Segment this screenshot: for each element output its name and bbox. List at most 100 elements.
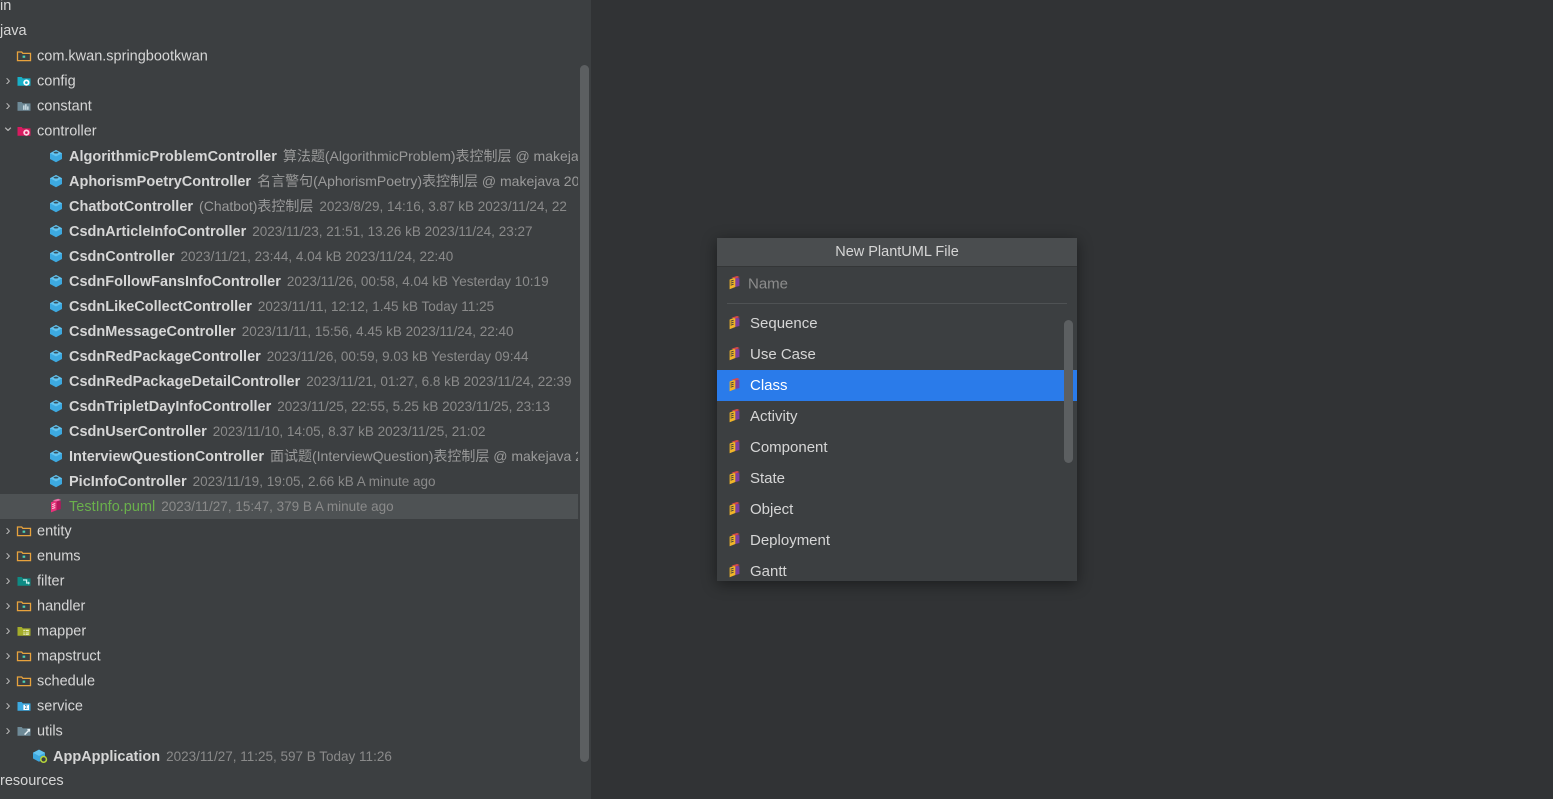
tree-row-file-PicInfoController[interactable]: PicInfoController 2023/11/19, 19:05, 2.66…: [0, 469, 578, 494]
diagram-type-item-state[interactable]: State: [717, 463, 1077, 494]
tree-row-metadata: 2023/11/25, 22:55, 5.25 kB 2023/11/25, 2…: [277, 399, 550, 414]
tree-row-file-InterviewQuestionController[interactable]: InterviewQuestionController 面试题(Interview…: [0, 444, 578, 469]
tree-row-package-controller[interactable]: ⌄ controller: [0, 118, 578, 144]
tree-row-file-CsdnLikeCollectController[interactable]: CsdnLikeCollectController 2023/11/11, 12:…: [0, 294, 578, 319]
tree-row-file-ChatbotController[interactable]: ChatbotController (Chatbot)表控制层 2023/8/29,…: [0, 194, 578, 219]
dialog-list-scrollbar[interactable]: [1063, 314, 1074, 574]
tree-row-file-CsdnRedPackageController[interactable]: CsdnRedPackageController 2023/11/26, 00:5…: [0, 344, 578, 369]
diagram-type-list[interactable]: Sequence Use Case Class Activity Component St…: [717, 308, 1077, 581]
constant-folder-icon: [16, 98, 32, 114]
tree-row-metadata: 2023/11/21, 01:27, 6.8 kB 2023/11/24, 22…: [306, 374, 572, 389]
tree-row-java[interactable]: java: [0, 19, 578, 44]
diagram-type-item-component[interactable]: Component: [717, 432, 1077, 463]
tree-row-label: AppApplication: [53, 749, 161, 765]
diagram-type-item-class[interactable]: Class: [717, 370, 1077, 401]
chevron-right-icon[interactable]: ›: [0, 668, 16, 693]
diagram-type-item-sequence[interactable]: Sequence: [717, 308, 1077, 339]
tree-row-label: CsdnArticleInfoController: [69, 224, 247, 240]
tree-row-file-CsdnRedPackageDetailController[interactable]: CsdnRedPackageDetailController 2023/11/21…: [0, 369, 578, 394]
chevron-right-icon[interactable]: ›: [0, 643, 16, 668]
tree-row-file-app-application[interactable]: AppApplication 2023/11/27, 11:25, 597 B T…: [0, 744, 578, 769]
diagram-type-item-use-case[interactable]: Use Case: [717, 339, 1077, 370]
tree-row-label: filter: [37, 573, 65, 590]
tree-row-package-utils[interactable]: › utils: [0, 719, 578, 744]
chevron-right-icon[interactable]: ›: [0, 543, 16, 568]
tree-row-package-handler[interactable]: › handler: [0, 594, 578, 619]
dialog-list-scrollbar-thumb[interactable]: [1064, 320, 1073, 463]
chevron-right-icon[interactable]: ›: [0, 518, 16, 543]
tree-row-label: handler: [37, 598, 86, 615]
diagram-type-item-object[interactable]: Object: [717, 494, 1077, 525]
chevron-right-icon[interactable]: ›: [0, 68, 16, 93]
chevron-down-icon[interactable]: ⌄: [0, 114, 16, 139]
chevron-right-icon[interactable]: ›: [0, 693, 16, 718]
tree-row-package-filter[interactable]: › filter: [0, 569, 578, 594]
project-tree-panel[interactable]: in java com.kwan.springbootkwan › config › co…: [0, 0, 591, 799]
package-folder-icon: [16, 673, 32, 689]
diagram-type-label: Deployment: [750, 532, 831, 549]
diagram-type-item-gantt[interactable]: Gantt: [717, 556, 1077, 581]
tree-row-file-CsdnController[interactable]: CsdnController 2023/11/21, 23:44, 4.04 kB…: [0, 244, 578, 269]
tree-row-package-constant[interactable]: › constant: [0, 94, 578, 119]
tree-row-file-CsdnMessageController[interactable]: CsdnMessageController 2023/11/11, 15:56, …: [0, 319, 578, 344]
diagram-type-item-deployment[interactable]: Deployment: [717, 525, 1077, 556]
tree-row-file-CsdnTripletDayInfoController[interactable]: CsdnTripletDayInfoController 2023/11/25, …: [0, 394, 578, 419]
tree-row-metadata: 2023/11/27, 15:47, 379 B A minute ago: [161, 499, 394, 514]
tree-row-package-mapstruct[interactable]: › mapstruct: [0, 644, 578, 669]
tree-row-root-package[interactable]: com.kwan.springbootkwan: [0, 44, 578, 69]
chevron-right-icon[interactable]: ›: [0, 593, 16, 618]
dialog-title: New PlantUML File: [717, 238, 1077, 267]
tree-row-label: schedule: [37, 673, 96, 690]
tree-row-label: CsdnRedPackageDetailController: [69, 374, 301, 390]
tree-row-resources[interactable]: resources: [0, 769, 578, 794]
diagram-type-label: Gantt: [750, 563, 787, 580]
java-class-icon: [48, 273, 64, 289]
project-tree-scrollbar-thumb[interactable]: [580, 65, 589, 762]
tree-row-in[interactable]: in: [0, 0, 578, 19]
tree-row-package-mapper[interactable]: › mapper: [0, 619, 578, 644]
plantuml-file-icon-green: [48, 498, 64, 514]
tree-row-label: constant: [37, 98, 92, 115]
project-tree-scrollbar[interactable]: [578, 0, 591, 799]
tree-row-file-AphorismPoetryController[interactable]: AphorismPoetryController 名言警句(AphorismPoe…: [0, 169, 578, 194]
plantuml-file-icon: [727, 501, 743, 517]
tree-row-package-entity[interactable]: › entity: [0, 519, 578, 544]
java-class-icon: [48, 173, 64, 189]
plantuml-file-icon: [727, 563, 743, 579]
tree-row-file-AlgorithmicProblemController[interactable]: AlgorithmicProblemController 算法题(Algorith…: [0, 144, 578, 169]
tree-row-file-selected[interactable]: TestInfo.puml 2023/11/27, 15:47, 379 B A …: [0, 494, 578, 519]
tree-row-file-CsdnArticleInfoController[interactable]: CsdnArticleInfoController 2023/11/23, 21:…: [0, 219, 578, 244]
project-tree-content: in java com.kwan.springbootkwan › config › co…: [0, 0, 578, 799]
tree-row-package-service[interactable]: › Σservice: [0, 694, 578, 719]
diagram-type-item-activity[interactable]: Activity: [717, 401, 1077, 432]
tree-row-file-CsdnFollowFansInfoController[interactable]: CsdnFollowFansInfoController 2023/11/26, …: [0, 269, 578, 294]
controller-folder-icon: [16, 123, 32, 139]
tree-row-package-config[interactable]: › config: [0, 69, 578, 94]
tree-row-label: CsdnRedPackageController: [69, 349, 261, 365]
spring-boot-class-icon: [32, 748, 48, 764]
tree-row-metadata: 2023/11/19, 19:05, 2.66 kB A minute ago: [192, 474, 436, 489]
java-class-icon: [48, 298, 64, 314]
tree-row-description: 面试题(InterviewQuestion)表控制层 @ makejava 2: [269, 448, 578, 464]
new-plantuml-file-dialog[interactable]: New PlantUML File Name Sequence Use Case C…: [717, 238, 1077, 581]
tree-row-label: service: [37, 698, 83, 715]
chevron-right-icon[interactable]: ›: [0, 568, 16, 593]
chevron-right-icon[interactable]: ›: [0, 718, 16, 743]
tree-row-file-CsdnUserController[interactable]: CsdnUserController 2023/11/10, 14:05, 8.3…: [0, 419, 578, 444]
tree-row-metadata: 2023/11/27, 11:25, 597 B Today 11:26: [166, 749, 392, 764]
tree-row-label: entity: [37, 523, 72, 540]
tree-row-package-schedule[interactable]: › schedule: [0, 669, 578, 694]
tree-row-package-enums[interactable]: › enums: [0, 544, 578, 569]
java-class-icon: [48, 473, 64, 489]
diagram-type-label: Use Case: [750, 346, 816, 363]
java-class-icon: [48, 373, 64, 389]
plantuml-file-icon: [727, 470, 743, 486]
name-input-row[interactable]: Name: [717, 267, 1077, 300]
chevron-right-icon[interactable]: ›: [0, 618, 16, 643]
